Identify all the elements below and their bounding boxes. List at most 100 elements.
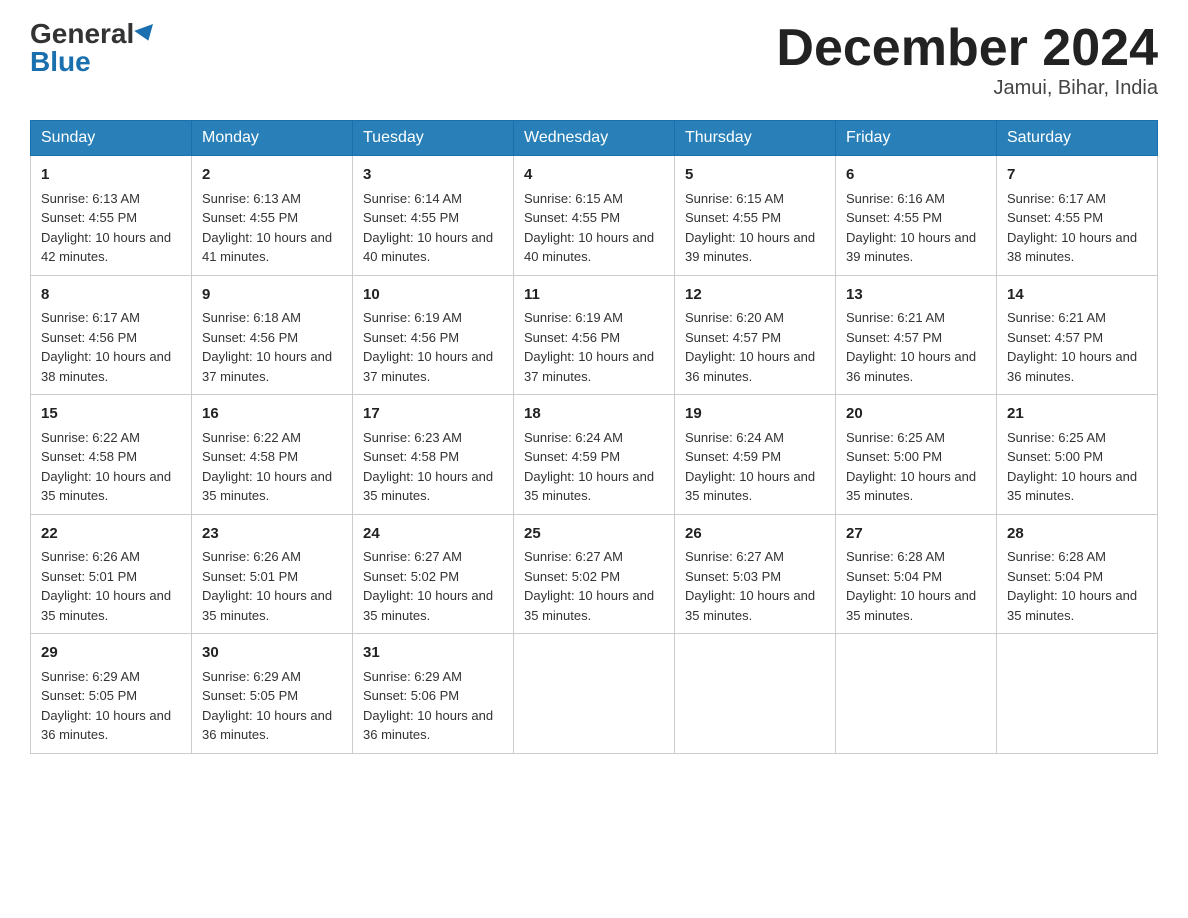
day-number: 14 xyxy=(1007,284,1147,307)
day-info: Sunrise: 6:13 AMSunset: 4:55 PMDaylight:… xyxy=(41,191,171,265)
day-number: 28 xyxy=(1007,523,1147,546)
day-info: Sunrise: 6:26 AMSunset: 5:01 PMDaylight:… xyxy=(202,549,332,623)
day-number: 31 xyxy=(363,642,503,665)
calendar-cell: 3Sunrise: 6:14 AMSunset: 4:55 PMDaylight… xyxy=(353,156,514,276)
calendar-cell: 10 Sunrise: 6:19 AMSunset: 4:56 PMDayligh… xyxy=(353,275,514,395)
calendar-cell: 30Sunrise: 6:29 AMSunset: 5:05 PMDayligh… xyxy=(192,634,353,754)
day-info: Sunrise: 6:26 AMSunset: 5:01 PMDaylight:… xyxy=(41,549,171,623)
day-info: Sunrise: 6:18 AMSunset: 4:56 PMDaylight:… xyxy=(202,310,332,384)
calendar-cell: 16 Sunrise: 6:22 AMSunset: 4:58 PMDayligh… xyxy=(192,395,353,515)
calendar-cell xyxy=(514,634,675,754)
day-info: Sunrise: 6:15 AMSunset: 4:55 PMDaylight:… xyxy=(524,191,654,265)
title-section: December 2024 Jamui, Bihar, India xyxy=(776,20,1158,100)
day-number: 16 xyxy=(202,403,342,426)
calendar-week-row: 22 Sunrise: 6:26 AMSunset: 5:01 PMDayligh… xyxy=(31,514,1158,634)
day-info: Sunrise: 6:24 AMSunset: 4:59 PMDaylight:… xyxy=(685,430,815,504)
location-text: Jamui, Bihar, India xyxy=(776,77,1158,100)
day-number: 15 xyxy=(41,403,181,426)
calendar-cell: 4Sunrise: 6:15 AMSunset: 4:55 PMDaylight… xyxy=(514,156,675,276)
calendar-cell: 12Sunrise: 6:20 AMSunset: 4:57 PMDayligh… xyxy=(675,275,836,395)
calendar-table: SundayMondayTuesdayWednesdayThursdayFrid… xyxy=(30,120,1158,754)
day-number: 17 xyxy=(363,403,503,426)
calendar-header-monday: Monday xyxy=(192,121,353,156)
calendar-cell: 1 Sunrise: 6:13 AMSunset: 4:55 PMDaylight… xyxy=(31,156,192,276)
day-info: Sunrise: 6:17 AMSunset: 4:55 PMDaylight:… xyxy=(1007,191,1137,265)
calendar-cell: 11Sunrise: 6:19 AMSunset: 4:56 PMDayligh… xyxy=(514,275,675,395)
day-number: 25 xyxy=(524,523,664,546)
day-number: 10 xyxy=(363,284,503,307)
day-number: 20 xyxy=(846,403,986,426)
day-number: 6 xyxy=(846,164,986,187)
day-info: Sunrise: 6:27 AMSunset: 5:02 PMDaylight:… xyxy=(524,549,654,623)
calendar-cell: 13Sunrise: 6:21 AMSunset: 4:57 PMDayligh… xyxy=(836,275,997,395)
day-info: Sunrise: 6:15 AMSunset: 4:55 PMDaylight:… xyxy=(685,191,815,265)
calendar-cell: 20Sunrise: 6:25 AMSunset: 5:00 PMDayligh… xyxy=(836,395,997,515)
day-info: Sunrise: 6:20 AMSunset: 4:57 PMDaylight:… xyxy=(685,310,815,384)
day-number: 7 xyxy=(1007,164,1147,187)
day-number: 13 xyxy=(846,284,986,307)
logo: General Blue xyxy=(30,20,156,76)
day-number: 11 xyxy=(524,284,664,307)
day-info: Sunrise: 6:29 AMSunset: 5:06 PMDaylight:… xyxy=(363,669,493,743)
calendar-header-row: SundayMondayTuesdayWednesdayThursdayFrid… xyxy=(31,121,1158,156)
calendar-cell xyxy=(675,634,836,754)
calendar-header-saturday: Saturday xyxy=(997,121,1158,156)
calendar-cell: 28 Sunrise: 6:28 AMSunset: 5:04 PMDayligh… xyxy=(997,514,1158,634)
day-info: Sunrise: 6:22 AMSunset: 4:58 PMDaylight:… xyxy=(202,430,332,504)
day-number: 18 xyxy=(524,403,664,426)
calendar-week-row: 15 Sunrise: 6:22 AMSunset: 4:58 PMDayligh… xyxy=(31,395,1158,515)
calendar-cell: 17 Sunrise: 6:23 AMSunset: 4:58 PMDayligh… xyxy=(353,395,514,515)
calendar-cell: 26 Sunrise: 6:27 AMSunset: 5:03 PMDayligh… xyxy=(675,514,836,634)
day-number: 5 xyxy=(685,164,825,187)
calendar-cell: 6Sunrise: 6:16 AMSunset: 4:55 PMDaylight… xyxy=(836,156,997,276)
day-number: 9 xyxy=(202,284,342,307)
calendar-cell: 19 Sunrise: 6:24 AMSunset: 4:59 PMDayligh… xyxy=(675,395,836,515)
calendar-week-row: 8Sunrise: 6:17 AMSunset: 4:56 PMDaylight… xyxy=(31,275,1158,395)
calendar-cell: 25 Sunrise: 6:27 AMSunset: 5:02 PMDayligh… xyxy=(514,514,675,634)
day-info: Sunrise: 6:21 AMSunset: 4:57 PMDaylight:… xyxy=(1007,310,1137,384)
calendar-header-tuesday: Tuesday xyxy=(353,121,514,156)
calendar-week-row: 1 Sunrise: 6:13 AMSunset: 4:55 PMDaylight… xyxy=(31,156,1158,276)
day-info: Sunrise: 6:28 AMSunset: 5:04 PMDaylight:… xyxy=(1007,549,1137,623)
calendar-header-wednesday: Wednesday xyxy=(514,121,675,156)
calendar-header-friday: Friday xyxy=(836,121,997,156)
day-number: 8 xyxy=(41,284,181,307)
calendar-cell: 15 Sunrise: 6:22 AMSunset: 4:58 PMDayligh… xyxy=(31,395,192,515)
day-number: 22 xyxy=(41,523,181,546)
calendar-cell: 9 Sunrise: 6:18 AMSunset: 4:56 PMDaylight… xyxy=(192,275,353,395)
day-info: Sunrise: 6:29 AMSunset: 5:05 PMDaylight:… xyxy=(202,669,332,743)
day-info: Sunrise: 6:22 AMSunset: 4:58 PMDaylight:… xyxy=(41,430,171,504)
calendar-cell: 5 Sunrise: 6:15 AMSunset: 4:55 PMDaylight… xyxy=(675,156,836,276)
calendar-cell: 29Sunrise: 6:29 AMSunset: 5:05 PMDayligh… xyxy=(31,634,192,754)
day-info: Sunrise: 6:29 AMSunset: 5:05 PMDaylight:… xyxy=(41,669,171,743)
calendar-cell: 2 Sunrise: 6:13 AMSunset: 4:55 PMDaylight… xyxy=(192,156,353,276)
day-info: Sunrise: 6:28 AMSunset: 5:04 PMDaylight:… xyxy=(846,549,976,623)
day-info: Sunrise: 6:27 AMSunset: 5:03 PMDaylight:… xyxy=(685,549,815,623)
logo-general-text: General xyxy=(30,20,134,48)
day-info: Sunrise: 6:23 AMSunset: 4:58 PMDaylight:… xyxy=(363,430,493,504)
calendar-cell: 7 Sunrise: 6:17 AMSunset: 4:55 PMDaylight… xyxy=(997,156,1158,276)
calendar-cell: 23 Sunrise: 6:26 AMSunset: 5:01 PMDayligh… xyxy=(192,514,353,634)
calendar-cell: 18Sunrise: 6:24 AMSunset: 4:59 PMDayligh… xyxy=(514,395,675,515)
calendar-cell: 31 Sunrise: 6:29 AMSunset: 5:06 PMDayligh… xyxy=(353,634,514,754)
day-number: 26 xyxy=(685,523,825,546)
calendar-cell: 22 Sunrise: 6:26 AMSunset: 5:01 PMDayligh… xyxy=(31,514,192,634)
day-number: 23 xyxy=(202,523,342,546)
calendar-cell: 14 Sunrise: 6:21 AMSunset: 4:57 PMDayligh… xyxy=(997,275,1158,395)
calendar-cell: 27 Sunrise: 6:28 AMSunset: 5:04 PMDayligh… xyxy=(836,514,997,634)
day-number: 19 xyxy=(685,403,825,426)
calendar-week-row: 29Sunrise: 6:29 AMSunset: 5:05 PMDayligh… xyxy=(31,634,1158,754)
calendar-cell xyxy=(836,634,997,754)
logo-triangle-icon xyxy=(134,24,158,44)
day-number: 2 xyxy=(202,164,342,187)
day-info: Sunrise: 6:25 AMSunset: 5:00 PMDaylight:… xyxy=(1007,430,1137,504)
calendar-cell: 8Sunrise: 6:17 AMSunset: 4:56 PMDaylight… xyxy=(31,275,192,395)
calendar-header-thursday: Thursday xyxy=(675,121,836,156)
day-number: 27 xyxy=(846,523,986,546)
day-info: Sunrise: 6:27 AMSunset: 5:02 PMDaylight:… xyxy=(363,549,493,623)
day-number: 24 xyxy=(363,523,503,546)
day-info: Sunrise: 6:13 AMSunset: 4:55 PMDaylight:… xyxy=(202,191,332,265)
month-title: December 2024 xyxy=(776,20,1158,77)
day-info: Sunrise: 6:19 AMSunset: 4:56 PMDaylight:… xyxy=(363,310,493,384)
day-number: 1 xyxy=(41,164,181,187)
